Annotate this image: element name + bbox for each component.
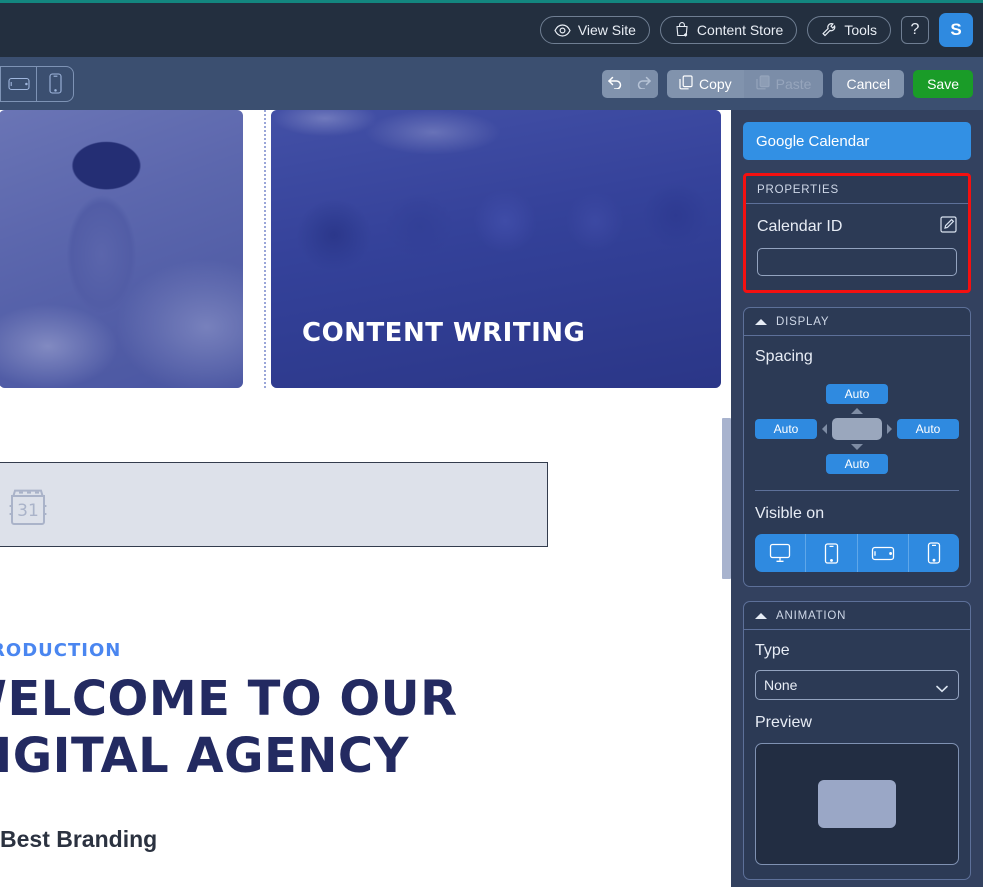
paste-button[interactable]: Paste xyxy=(743,69,824,98)
chevron-up-icon xyxy=(755,318,767,325)
service-card-label: CONTENT WRITING xyxy=(302,318,586,348)
app-header: View Site Content Store Tools ? S xyxy=(0,3,983,57)
properties-section-body: Calendar ID xyxy=(746,204,968,290)
view-site-button[interactable]: View Site xyxy=(539,16,650,44)
copy-button[interactable]: Copy xyxy=(666,69,744,98)
animation-section-header[interactable]: ANIMATION xyxy=(744,602,970,630)
cancel-button[interactable]: Cancel xyxy=(832,69,905,98)
redo-button[interactable] xyxy=(629,69,658,98)
service-card[interactable] xyxy=(0,110,243,388)
animation-section: ANIMATION Type None Preview xyxy=(743,601,971,880)
spacing-right-button[interactable]: Auto xyxy=(897,419,959,439)
toolbar-actions: Copy Paste Cancel Save xyxy=(601,69,973,98)
animation-preview-rect xyxy=(818,780,896,828)
spacing-arrow-left-icon xyxy=(822,424,827,434)
intro-eyebrow: INTRODUCTION xyxy=(0,640,122,661)
spacing-arrow-up-icon xyxy=(851,408,863,414)
spacing-bottom-button[interactable]: Auto xyxy=(826,454,888,474)
animation-section-body: Type None Preview xyxy=(744,630,970,879)
eye-icon xyxy=(554,23,571,37)
wrench-icon xyxy=(821,22,837,38)
animation-type-select[interactable]: None xyxy=(755,670,959,700)
photo-overlay xyxy=(0,110,243,388)
paste-label: Paste xyxy=(775,75,812,92)
undo-arrow-icon xyxy=(607,74,624,94)
copy-icon xyxy=(679,74,693,93)
animation-preview-label: Preview xyxy=(755,714,812,731)
visible-on-group xyxy=(755,534,959,572)
spacing-top-button[interactable]: Auto xyxy=(826,384,888,404)
chevron-up-icon xyxy=(755,612,767,619)
intro-section: INTRODUCTION WELCOME TO OUR DIGITAL AGEN… xyxy=(0,640,574,853)
tools-button[interactable]: Tools xyxy=(807,16,891,44)
visible-on-tablet-portrait-button[interactable] xyxy=(806,534,858,572)
visible-on-label: Visible on xyxy=(755,505,825,522)
display-section-header[interactable]: DISPLAY xyxy=(744,308,970,336)
intro-subheading: Best Branding xyxy=(0,826,158,853)
spacing-middle-row: Auto Auto xyxy=(755,418,959,440)
cancel-label: Cancel xyxy=(846,75,891,92)
spacing-arrow-down-icon xyxy=(851,444,863,450)
calendar-id-label-row: Calendar ID xyxy=(757,216,957,238)
canvas-scrollbar-thumb[interactable] xyxy=(722,418,731,579)
copy-label: Copy xyxy=(698,75,732,92)
paste-icon xyxy=(756,74,770,93)
google-calendar-placeholder[interactable]: 31 xyxy=(0,462,548,547)
spacing-left-button[interactable]: Auto xyxy=(755,419,817,439)
help-label: ? xyxy=(910,21,920,38)
avatar[interactable]: S xyxy=(939,13,973,47)
undo-button[interactable] xyxy=(602,70,630,98)
animation-type-label: Type xyxy=(755,642,790,659)
device-button-tablet-landscape[interactable] xyxy=(1,66,37,101)
spacing-label: Spacing xyxy=(755,348,813,365)
spacing-center-block[interactable] xyxy=(832,418,882,440)
display-section-body: Spacing Auto Auto Auto Auto Visible on xyxy=(744,336,970,586)
properties-section-label: PROPERTIES xyxy=(757,183,839,196)
service-card[interactable]: CONTENT WRITING xyxy=(271,110,721,388)
store-add-icon xyxy=(674,22,690,38)
page-root: View Site Content Store Tools ? S Copy P… xyxy=(0,0,983,887)
tools-label: Tools xyxy=(844,22,877,38)
spacing-control: Auto Auto Auto Auto xyxy=(755,384,959,474)
calendar-id-label: Calendar ID xyxy=(757,218,843,235)
calendar-id-input[interactable] xyxy=(757,248,957,276)
calendar-31-icon: 31 xyxy=(6,484,50,533)
widget-name: Google Calendar xyxy=(756,132,870,150)
spacing-bottom-row: Auto xyxy=(755,454,959,474)
spacing-top-row: Auto xyxy=(755,384,959,404)
editor-toolbar: Copy Paste Cancel Save xyxy=(0,57,983,110)
save-button[interactable]: Save xyxy=(913,69,973,98)
card-divider xyxy=(264,110,266,388)
device-preview-group xyxy=(0,65,74,102)
animation-type-select-wrap: None xyxy=(755,660,959,700)
help-button[interactable]: ? xyxy=(901,16,929,44)
properties-section: PROPERTIES Calendar ID xyxy=(743,173,971,293)
pencil-square-icon[interactable] xyxy=(940,216,957,238)
visible-on-desktop-button[interactable] xyxy=(755,534,807,572)
view-site-label: View Site xyxy=(577,22,636,38)
intro-heading: WELCOME TO OUR DIGITAL AGENCY xyxy=(0,671,458,784)
display-divider xyxy=(755,490,959,491)
calendar-day-number: 31 xyxy=(17,501,39,521)
service-cards-row: CONTENT WRITING xyxy=(0,110,722,388)
page-canvas[interactable]: CONTENT WRITING 31 INTRODUCTION WELCOME … xyxy=(0,110,722,887)
save-label: Save xyxy=(927,75,959,92)
content-store-label: Content Store xyxy=(696,22,784,38)
display-section-label: DISPLAY xyxy=(776,315,830,328)
visible-on-mobile-button[interactable] xyxy=(908,534,959,572)
undo-redo-group xyxy=(601,69,658,98)
copy-paste-group: Copy Paste xyxy=(666,69,824,98)
properties-panel: Google Calendar PROPERTIES Calendar ID D… xyxy=(731,110,983,887)
spacing-arrow-right-icon xyxy=(887,424,892,434)
content-store-button[interactable]: Content Store xyxy=(659,16,798,44)
display-section: DISPLAY Spacing Auto Auto Auto Auto Visi… xyxy=(743,307,971,587)
redo-arrow-icon xyxy=(635,74,652,94)
visible-on-tablet-landscape-button[interactable] xyxy=(857,534,909,572)
animation-preview-box[interactable] xyxy=(755,743,959,865)
widget-title-bar[interactable]: Google Calendar xyxy=(743,122,971,160)
avatar-initial: S xyxy=(950,20,962,39)
properties-section-header[interactable]: PROPERTIES xyxy=(746,176,968,204)
device-button-mobile[interactable] xyxy=(37,67,73,101)
animation-section-label: ANIMATION xyxy=(776,609,847,622)
